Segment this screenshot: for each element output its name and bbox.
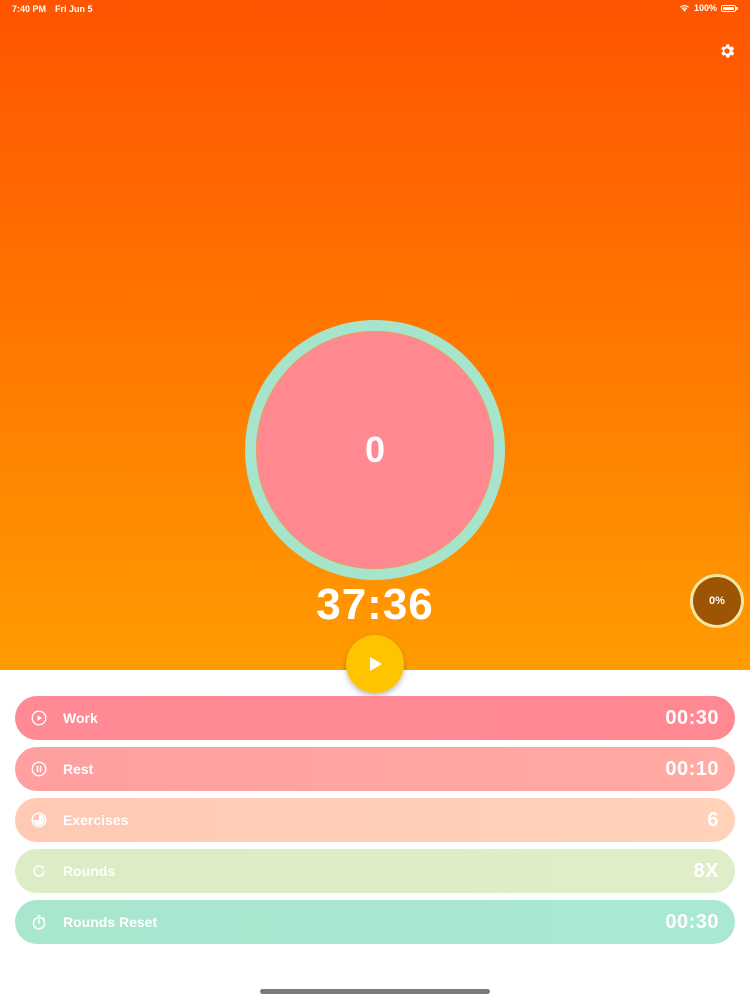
setting-label-work: Work (63, 710, 98, 726)
home-indicator[interactable] (260, 989, 490, 994)
progress-badge: 0% (690, 574, 744, 628)
settings-button[interactable] (718, 42, 736, 60)
app-screen: 7:40 PM Fri Jun 5 100% 0 37:36 0% Work 0… (0, 0, 750, 1000)
setting-row-rounds-reset[interactable]: Rounds Reset 00:30 (15, 900, 735, 944)
timer-circle: 0 (256, 331, 494, 569)
setting-value-rounds-reset: 00:30 (665, 910, 719, 933)
setting-row-work[interactable]: Work 00:30 (15, 696, 735, 740)
refresh-icon (33, 865, 45, 877)
setting-row-rounds[interactable]: Rounds 8X (15, 849, 735, 893)
battery-icon (721, 4, 738, 12)
stopwatch-icon (32, 915, 46, 930)
status-time: 7:40 PM (12, 4, 47, 14)
setting-value-rounds: 8X (693, 859, 719, 882)
status-date: Fri Jun 5 (55, 4, 93, 14)
pause-circle-icon (31, 761, 47, 777)
setting-row-exercises[interactable]: Exercises 6 (15, 798, 735, 842)
setting-label-rest: Rest (63, 761, 94, 777)
setting-row-rest[interactable]: Rest 00:10 (15, 747, 735, 791)
play-button[interactable] (346, 635, 404, 693)
current-count: 0 (364, 429, 386, 470)
gear-icon (721, 44, 735, 58)
battery-level (723, 6, 734, 10)
play-circle-icon (31, 710, 47, 726)
battery-percent: 100% (693, 3, 717, 13)
pie-icon (31, 812, 47, 828)
play-icon (370, 657, 382, 671)
setting-label-exercises: Exercises (63, 812, 129, 828)
wifi-icon (679, 5, 689, 12)
interval-settings-list: Work 00:30 Rest 00:10 Exercises 6 Rounds… (15, 696, 735, 951)
setting-label-rounds-reset: Rounds Reset (63, 914, 158, 930)
timer-ring: 0 (245, 320, 505, 580)
status-indicators: 100% (679, 3, 738, 13)
setting-label-rounds: Rounds (63, 863, 116, 879)
progress-label: 0% (693, 577, 741, 625)
status-bar: 7:40 PM Fri Jun 5 100% (0, 0, 750, 20)
setting-value-rest: 00:10 (665, 757, 719, 780)
total-time: 37:36 (316, 580, 434, 629)
setting-value-exercises: 6 (707, 808, 719, 831)
setting-value-work: 00:30 (665, 706, 719, 729)
